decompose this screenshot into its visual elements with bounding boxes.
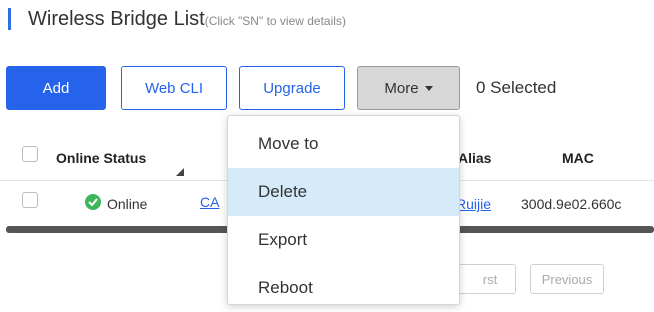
caret-down-icon [424,85,433,91]
row-checkbox[interactable] [22,192,38,208]
column-header-alias[interactable]: Alias [458,150,491,166]
column-header-online-status[interactable]: Online Status [56,150,146,166]
row-mac: 300d.9e02.660c [521,196,622,212]
web-cli-button[interactable]: Web CLI [121,66,227,110]
page-title: Wireless Bridge List(Click "SN" to view … [28,8,346,31]
upgrade-button[interactable]: Upgrade [239,66,345,110]
menu-item-delete[interactable]: Delete [228,168,459,216]
previous-page-button[interactable]: Previous [530,264,604,294]
row-alias-link[interactable]: Ruijie [456,196,491,212]
title-accent-bar [8,8,11,30]
page-title-hint: (Click "SN" to view details) [204,14,346,28]
more-dropdown-menu: Move to Delete Export Reboot [227,115,460,305]
more-dropdown-button[interactable]: More [357,66,460,110]
page-title-text: Wireless Bridge List [28,8,205,30]
wireless-bridge-page: Wireless Bridge List(Click "SN" to view … [0,0,654,312]
select-all-checkbox[interactable] [22,146,38,162]
sort-icon[interactable] [176,168,184,176]
menu-item-move-to[interactable]: Move to [228,120,459,168]
column-header-mac[interactable]: MAC [562,150,594,166]
online-check-icon [85,194,101,210]
menu-item-export[interactable]: Export [228,216,459,264]
row-status-text: Online [107,196,148,212]
menu-item-reboot[interactable]: Reboot [228,264,459,312]
more-button-label: More [384,79,419,97]
add-button[interactable]: Add [6,66,106,110]
selected-count: 0 Selected [476,78,557,97]
row-sn-link[interactable]: CA [200,194,219,210]
first-page-label: rst [482,271,498,287]
